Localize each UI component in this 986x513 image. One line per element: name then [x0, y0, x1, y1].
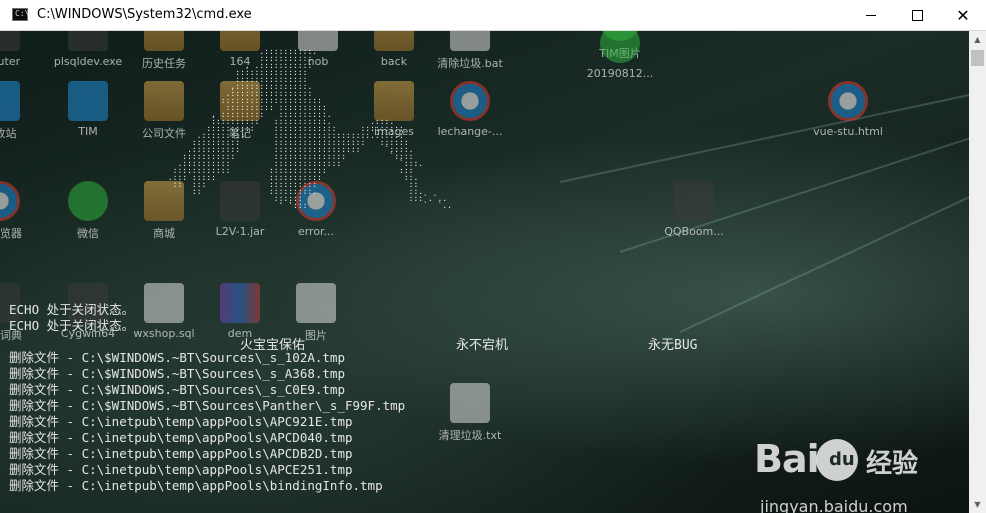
deleted-file-path: C:\$WINDOWS.~BT\Sources\Panther\_s_F99F.… — [81, 398, 406, 413]
ie-icon — [450, 81, 490, 121]
paw-icon: du — [816, 439, 858, 481]
desktop-item[interactable]: mputer — [0, 31, 40, 68]
deleted-file-list: 删除文件 - C:\$WINDOWS.~BT\Sources\_s_102A.t… — [9, 350, 405, 494]
delete-prefix: 删除文件 - — [9, 446, 82, 461]
desktop-item-label: mputer — [0, 55, 21, 68]
deleted-file-line: 删除文件 - C:\inetpub\temp\appPools\APC921E.… — [9, 414, 405, 430]
close-button[interactable]: ✕ — [940, 0, 986, 31]
deleted-file-line: 删除文件 - C:\$WINDOWS.~BT\Sources\_s_A368.t… — [9, 366, 405, 382]
txt-file-icon — [450, 383, 490, 423]
desktop-item[interactable]: 回收站 — [0, 81, 40, 141]
cmd-window: C:\ C:\WINDOWS\System32\cmd.exe ✕ mputer… — [0, 0, 986, 513]
delete-prefix: 删除文件 - — [9, 350, 82, 365]
deleted-file-path: C:\inetpub\temp\appPools\APCDB2D.tmp — [81, 446, 353, 461]
delete-prefix: 删除文件 - — [9, 414, 82, 429]
echo-line: ECHO 处于关闭状态。 — [9, 318, 135, 333]
bat-file-icon — [450, 31, 490, 51]
scroll-up-button[interactable]: ▲ — [969, 31, 986, 48]
title-bar[interactable]: C:\ C:\WINDOWS\System32\cmd.exe ✕ — [0, 0, 986, 31]
desktop-item-label: 回收站 — [0, 127, 17, 140]
delete-prefix: 删除文件 - — [9, 382, 82, 397]
desktop-item-label: TIM — [78, 125, 98, 138]
delete-prefix: 删除文件 - — [9, 462, 82, 477]
watermark-paw-text: du — [829, 449, 855, 470]
desktop-item-label: 商城 — [153, 227, 175, 240]
deleted-file-line: 删除文件 - C:\inetpub\temp\appPools\APCE251.… — [9, 462, 405, 478]
window-title: C:\WINDOWS\System32\cmd.exe — [37, 7, 252, 22]
deleted-file-line: 删除文件 - C:\inetpub\temp\appPools\APCD040.… — [9, 430, 405, 446]
delete-prefix: 删除文件 - — [9, 478, 82, 493]
maximize-button[interactable] — [894, 0, 940, 31]
minimize-button[interactable] — [848, 0, 894, 31]
ascii-art: .::::::::::. ::::::::::: , .::::::::::: … — [167, 47, 452, 210]
console-area[interactable]: mputerplsqldev.exe历史任务164nobback清除垃圾.bat… — [0, 31, 969, 513]
echo-line: ECHO 处于关闭状态。 — [9, 302, 135, 317]
blessing-text: 永不宕机 — [456, 338, 509, 353]
watermark-url: jingyan.baidu.com — [760, 497, 908, 513]
desktop-item[interactable]: QQBoom... — [654, 181, 734, 238]
cmd-app-icon-glyph: C:\ — [15, 9, 30, 18]
desktop-item-label: 微信 — [77, 227, 99, 240]
desktop-item-label: QQBoom... — [664, 225, 724, 238]
desktop-item[interactable]: plsqldev.exe — [48, 31, 128, 68]
delete-prefix: 删除文件 - — [9, 430, 82, 445]
desktop-item[interactable]: 20190812... — [580, 31, 660, 80]
deleted-file-path: C:\inetpub\temp\appPools\APCE251.tmp — [81, 462, 353, 477]
deleted-file-path: C:\inetpub\temp\appPools\bindingInfo.tmp — [81, 478, 383, 493]
deleted-file-line: 删除文件 - C:\inetpub\temp\appPools\APCDB2D.… — [9, 446, 405, 462]
deleted-file-path: C:\$WINDOWS.~BT\Sources\_s_C0E9.tmp — [81, 382, 345, 397]
delete-prefix: 删除文件 - — [9, 398, 82, 413]
scroll-down-button[interactable]: ▼ — [969, 496, 986, 513]
deleted-file-line: 删除文件 - C:\inetpub\temp\appPools\bindingI… — [9, 478, 405, 494]
deleted-file-path: C:\$WINDOWS.~BT\Sources\_s_A368.tmp — [81, 366, 345, 381]
chevron-up-icon: ▲ — [974, 35, 981, 44]
watermark-cn-text: 经验 — [866, 449, 919, 479]
ie-icon — [828, 81, 868, 121]
recycle-bin-icon — [0, 81, 20, 121]
desktop-item-label: vue-stu.html — [813, 125, 883, 138]
computer-icon — [0, 31, 20, 51]
plsqldev-icon — [68, 31, 108, 51]
tim-icon — [68, 81, 108, 121]
delete-prefix: 删除文件 - — [9, 366, 82, 381]
desktop-item-label: 览浏览器 — [0, 227, 22, 240]
minimize-icon — [866, 15, 876, 16]
desktop-item-label: L2V-1.jar — [215, 225, 265, 238]
scroll-thumb[interactable] — [971, 50, 984, 66]
desktop-item-label: error... — [297, 225, 335, 238]
deleted-file-path: C:\$WINDOWS.~BT\Sources\_s_102A.tmp — [81, 350, 345, 365]
maximize-icon — [911, 10, 923, 21]
console-output: ECHO 处于关闭状态。 ECHO 处于关闭状态。 删除文件 - C:\$WIN… — [9, 302, 405, 494]
cmd-app-icon[interactable]: C:\ — [12, 8, 30, 21]
blessing-text: 永无BUG — [648, 338, 698, 353]
desktop-item-label: 清理垃圾.txt — [438, 429, 502, 442]
wallpaper-streak — [559, 93, 969, 183]
desktop-item[interactable]: TIM — [48, 81, 128, 138]
desktop-item[interactable]: 览浏览器 — [0, 181, 40, 241]
watermark-logo: Bai — [754, 437, 820, 481]
desktop-item[interactable]: vue-stu.html — [808, 81, 888, 138]
image-icon — [600, 31, 640, 63]
desktop-item-label: plsqldev.exe — [53, 55, 123, 68]
vertical-scrollbar[interactable]: ▲ ▼ — [969, 31, 986, 513]
desktop-item[interactable]: 微信 — [48, 181, 128, 241]
deleted-file-path: C:\inetpub\temp\appPools\APCD040.tmp — [81, 430, 353, 445]
desktop-item[interactable]: 清理垃圾.txt — [430, 383, 510, 443]
deleted-file-line: 删除文件 - C:\$WINDOWS.~BT\Sources\_s_C0E9.t… — [9, 382, 405, 398]
qqboom-icon — [674, 181, 714, 221]
deleted-file-line: 删除文件 - C:\$WINDOWS.~BT\Sources\Panther\_… — [9, 398, 405, 414]
deleted-file-line: 删除文件 - C:\$WINDOWS.~BT\Sources\_s_102A.t… — [9, 350, 405, 366]
deleted-file-path: C:\inetpub\temp\appPools\APC921E.tmp — [81, 414, 353, 429]
ie-icon — [0, 181, 20, 221]
wechat-icon — [68, 181, 108, 221]
desktop-item-label: 20190812... — [586, 67, 654, 80]
chevron-down-icon: ▼ — [974, 500, 981, 509]
baidu-jingyan-watermark: Bai du 经验 jingyan.baidu.com — [754, 437, 954, 513]
close-icon: ✕ — [956, 5, 970, 25]
